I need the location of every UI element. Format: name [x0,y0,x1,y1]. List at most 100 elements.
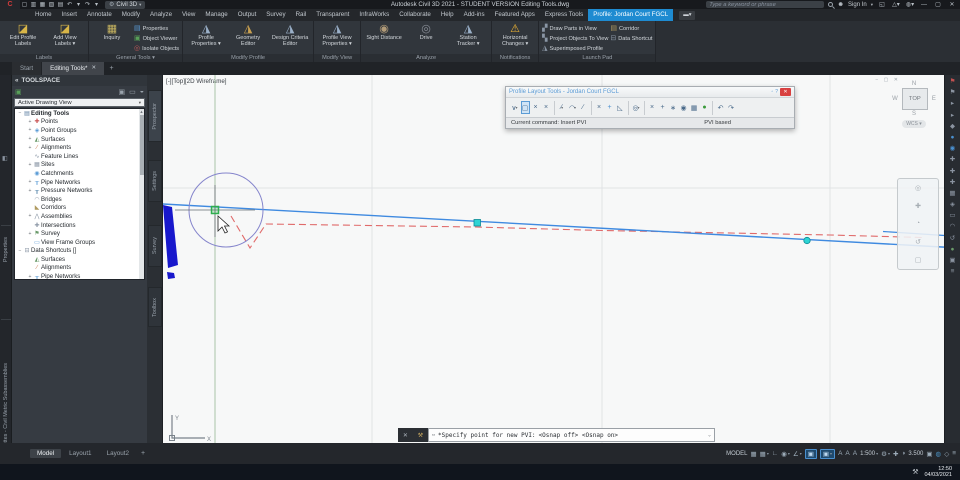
undo-pl-icon[interactable]: ↶ [716,101,725,114]
toolspace-monitor-icon[interactable]: ▭ [129,88,136,96]
search-input[interactable]: Type a keyword or phrase [706,1,825,8]
dot-icon[interactable]: ∗ [669,101,678,114]
apply-icon[interactable]: ● [700,101,709,114]
ribbon-tab-survey[interactable]: Survey [261,9,290,21]
delete-entity-icon[interactable]: × [648,101,657,114]
pvi-marker-square[interactable] [473,219,481,227]
tree-item-alignments[interactable]: ∕ Alignments [15,264,144,273]
flag-red-icon[interactable]: ⚑ [950,78,956,85]
flag-icon[interactable]: ⚑ [950,89,956,96]
minimize-button[interactable]: — [919,2,929,8]
orbit-icon[interactable]: ↺ [915,238,921,246]
command-wrench-icon[interactable]: ⚒ [418,432,423,439]
object-viewer-button[interactable]: ▣ Object Viewer [134,34,179,43]
toolspace-help-icon[interactable]: ◒ [140,88,144,95]
elevation-value[interactable]: 3.500 [908,451,923,457]
edit-vertical-icon[interactable]: + [658,101,667,114]
undo-strip-icon[interactable]: ↺ [950,235,955,242]
profile-properties-button[interactable]: ◮ Profile Properties ▾ [186,22,226,47]
grid-display-icon[interactable]: ▦ [751,450,757,458]
tree-item-feature-lines[interactable]: ∿ Feature Lines [15,152,144,161]
design-criteria-editor-button[interactable]: ◮ Design Criteria Editor [270,22,310,47]
tree-item-surfaces[interactable]: ◭ Surfaces [15,255,144,264]
annotation-autoscale-icon[interactable]: A [845,450,849,457]
tree-item-pipe-networks[interactable]: + ╥ Pipe Networks [15,272,144,279]
geometry-editor-button[interactable]: ◮ Geometry Editor [228,22,268,47]
ribbon-tab-analyze[interactable]: Analyze [145,9,177,21]
ribbon-tab-infraworks[interactable]: InfraWorks [354,9,394,21]
drawing-area[interactable]: [-][Top][2D Wireframe] − ▢ ✕ Y X N W TOP… [163,75,960,443]
zoom-icon[interactable]: ◔ [916,220,920,227]
globe-icon[interactable]: ◉ [950,145,956,152]
ribbon-tab-rail[interactable]: Rail [291,9,312,21]
chevron-down-icon[interactable]: ⌄ [708,432,711,438]
open-file-icon[interactable]: ▥ [29,1,38,8]
redo-dropdown[interactable]: ▾ [92,1,101,8]
horizontal-changes-warning-button[interactable]: ⚠ Horizontal Changes ▾ [495,22,535,47]
showmotion-icon[interactable]: ▢ [915,256,922,264]
chevron-down-icon[interactable]: ▾ [871,2,873,8]
app-store-icon[interactable]: ◱ [877,1,887,8]
data-shortcut-button[interactable]: ⊟ Data Shortcut [610,34,652,43]
command-input[interactable]: ▭ *Specify point for new PVI: <Osnap off… [428,428,715,442]
superimposed-profile-button[interactable]: ◮ Superimposed Profile [542,44,608,53]
delete-pvi-icon[interactable]: × [531,101,540,114]
layout-tab-layout1[interactable]: Layout1 [62,449,98,458]
sight-distance-button[interactable]: ◉ Sight Distance [364,22,404,41]
tree-item-intersections[interactable]: ✚ Intersections [15,221,144,230]
active-drawing-view-select[interactable]: Active Drawing View ▾ [14,98,145,107]
snap-mode-icon[interactable]: ▦ ▾ [760,450,769,458]
viewcube-north[interactable]: N [885,81,943,87]
contextual-tab-profile[interactable]: Profile: Jordan Court FGCL [588,9,674,21]
ribbon-tab-add-ins[interactable]: Add-ins [459,9,490,21]
ribbon-tab-manage[interactable]: Manage [200,9,232,21]
toolbar-help-icon[interactable]: ? [775,89,778,95]
tree-item-catchments[interactable]: ◉ Catchments [15,169,144,178]
tree-item-view-frame-groups[interactable]: ▭ View Frame Groups [15,238,144,247]
viewcube-east[interactable]: E [932,96,936,102]
recent-commands-icon[interactable]: ▭ [432,432,435,438]
isolate-objects-button[interactable]: ◎ Isolate Objects [134,44,179,53]
search-icon[interactable] [828,2,834,7]
toolbar-title-bar[interactable]: Profile Layout Tools - Jordan Court FGCL… [506,87,794,98]
new-layout-button[interactable]: + [137,450,149,457]
ribbon-tab-featured-apps[interactable]: Featured Apps [490,9,540,21]
ribbon-tab-express-tools[interactable]: Express Tools [540,9,588,21]
fixed-tangent-icon[interactable]: ∕ [579,101,588,114]
move-icon[interactable]: ✚ [950,156,955,163]
tree-item-points[interactable]: + ✚ Points [15,118,144,127]
sign-in-button[interactable]: Sign In [848,2,867,8]
properties-palette-tab[interactable]: Properties [3,237,9,262]
stretch-icon[interactable]: ✚ [950,179,955,186]
raise-lower-icon[interactable]: + [605,101,614,114]
ribbon-tab-view[interactable]: View [177,9,200,21]
close-button[interactable]: ✕ [947,1,957,8]
tree-item-assemblies[interactable]: + ⋀ Assemblies [15,212,144,221]
layout-tab-layout2[interactable]: Layout2 [100,449,136,458]
toolspace-pin-icon[interactable]: ▣ [15,88,22,96]
toolbar-close-button[interactable]: ✕ [780,88,791,96]
copy-icon[interactable]: ✚ [950,168,955,175]
customization-icon[interactable]: ✚ [893,450,898,458]
geolocation-icon[interactable]: ◍ [936,450,942,458]
workspace-selector[interactable]: ⚙ Civil 3D ▾ [105,0,146,9]
project-objects-button[interactable]: ▚ Project Objects To View [542,34,608,43]
toolspace-tab-settings[interactable]: Settings [148,160,162,202]
gem-icon[interactable]: ◈ [950,201,955,208]
annotation-visibility-icon[interactable]: A [838,450,842,457]
steep-profile-segment[interactable] [163,205,178,268]
arc-icon[interactable]: ◠ [950,223,956,230]
ribbon-tab-output[interactable]: Output [233,9,262,21]
arrow2-icon[interactable]: ▸ [951,112,954,119]
profile-grid-view-icon[interactable]: ◉ [679,101,688,114]
app-logo[interactable]: C [0,0,20,9]
alerts-icon[interactable]: △▾ [891,1,901,8]
tree-item-point-groups[interactable]: + ◈ Point Groups [15,126,144,135]
tree-item-pressure-networks[interactable]: + ╥ Pressure Networks [15,186,144,195]
workspace-gear-icon[interactable]: ⚙ ▾ [881,450,890,458]
tree-item-corridors[interactable]: ◣ Corridors [15,204,144,213]
restore-button[interactable]: ▢ [933,1,943,8]
toolspace-tab-toolbox[interactable]: Toolbox [148,287,162,327]
ribbon-tab-home[interactable]: Home [30,9,57,21]
new-drawing-tab-button[interactable]: + [105,62,118,75]
